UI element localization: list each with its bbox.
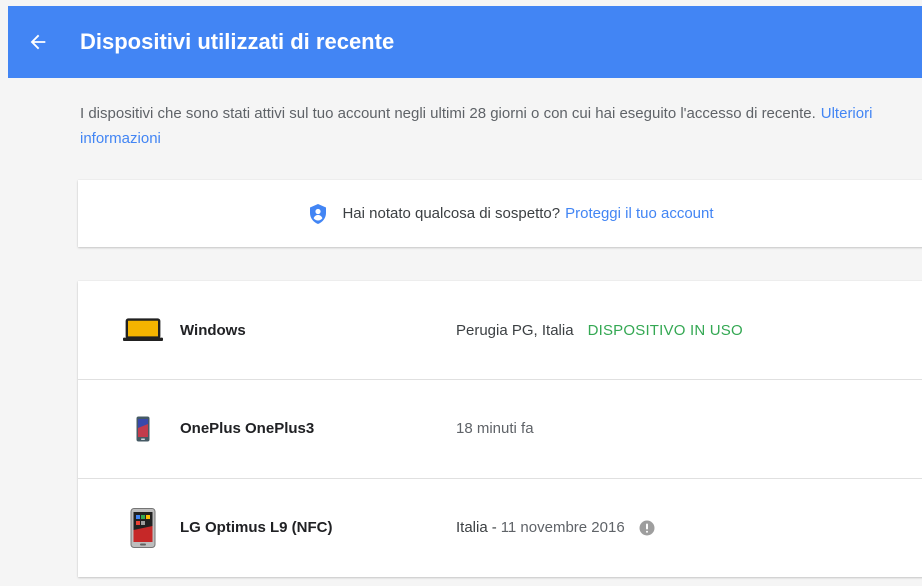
device-name: LG Optimus L9 (NFC) bbox=[180, 519, 333, 536]
device-row-lg[interactable]: LG Optimus L9 (NFC) Italia - 11 novembre… bbox=[78, 478, 922, 576]
shield-icon bbox=[308, 203, 328, 225]
laptop-icon bbox=[123, 305, 163, 355]
back-button[interactable] bbox=[8, 6, 68, 78]
device-name: OnePlus OnePlus3 bbox=[180, 420, 315, 437]
devices-list: Windows Perugia PG, Italia DISPOSITIVO I… bbox=[78, 281, 922, 577]
intro-description: I dispositivi che sono stati attivi sul … bbox=[80, 105, 816, 122]
device-details: Perugia PG, Italia DISPOSITIVO IN USO bbox=[456, 322, 743, 339]
intro-text: I dispositivi che sono stati attivi sul … bbox=[80, 101, 910, 151]
device-location: Perugia PG, Italia bbox=[456, 321, 574, 339]
phone-icon bbox=[123, 404, 163, 454]
device-details: 18 minuti fa bbox=[456, 420, 534, 437]
device-name: Windows bbox=[180, 321, 246, 339]
device-details: Italia - 11 novembre 2016 bbox=[456, 519, 655, 536]
page-title: Dispositivi utilizzati di recente bbox=[80, 29, 395, 54]
device-row-oneplus[interactable]: OnePlus OnePlus3 18 minuti fa bbox=[78, 379, 922, 477]
device-row-windows[interactable]: Windows Perugia PG, Italia DISPOSITIVO I… bbox=[78, 281, 922, 379]
security-alert-card: Hai notato qualcosa di sospetto? Proteggi… bbox=[78, 180, 922, 247]
app-header: Dispositivi utilizzati di recente bbox=[8, 6, 922, 78]
in-use-badge: DISPOSITIVO IN USO bbox=[587, 321, 743, 339]
arrow-back-icon bbox=[30, 34, 46, 50]
device-location: Italia bbox=[456, 519, 488, 536]
last-active-time: 18 minuti fa bbox=[456, 420, 534, 437]
last-active-date: 11 novembre 2016 bbox=[500, 519, 625, 536]
warning-icon[interactable] bbox=[639, 520, 655, 536]
phone-icon bbox=[123, 503, 163, 553]
protect-account-link[interactable]: Proteggi il tuo account bbox=[565, 205, 713, 222]
separator: - bbox=[491, 519, 497, 536]
alert-text: Hai notato qualcosa di sospetto? bbox=[342, 205, 561, 222]
